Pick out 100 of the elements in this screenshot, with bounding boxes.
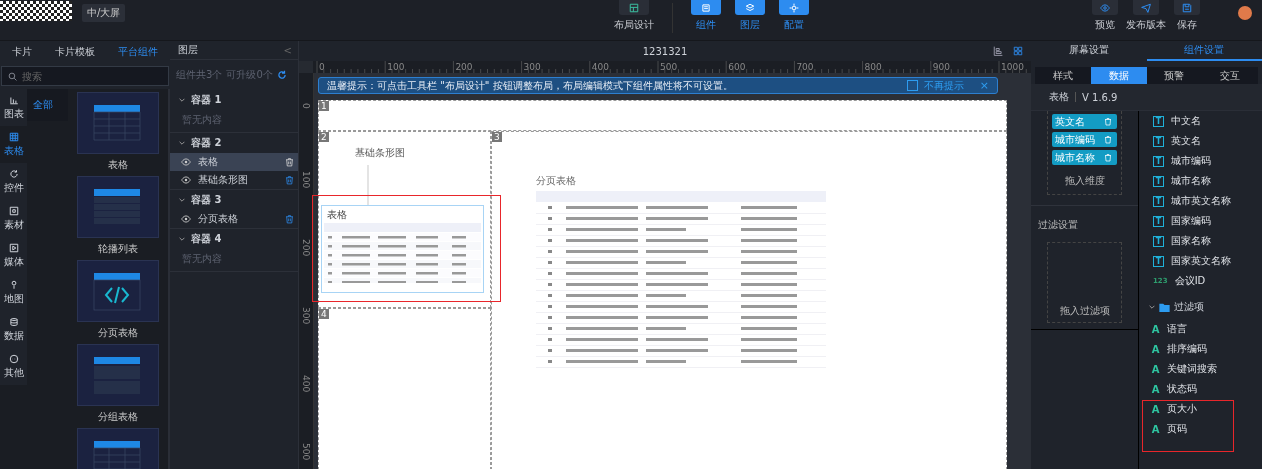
field-item[interactable]: T 国家英文名称 [1149,251,1262,271]
field-item[interactable]: T 城市英文名称 [1149,191,1262,211]
ruler-label: 900 [931,61,950,73]
chevron-icon [179,236,185,242]
folder-item[interactable]: 过滤项 [1149,295,1262,319]
folder-icon [1159,302,1170,312]
container-number: 4 [319,309,329,319]
checkered-logo-icon [0,1,72,21]
field-item[interactable]: A 语言 [1149,319,1262,339]
settings-subtab[interactable]: 交互 [1202,67,1258,84]
category-tab[interactable]: 素材 [0,200,27,237]
category-tab[interactable]: 媒体 [0,237,27,274]
layer-item[interactable]: 表格 [170,153,298,171]
component-thumbnail-drawing[interactable] [77,176,159,238]
table-widget[interactable]: 表格 [321,205,484,293]
trash-icon[interactable] [285,214,294,224]
ruler-label: 500 [659,61,678,73]
field-item[interactable]: A 排序编码 [1149,339,1262,359]
ruler-label: 300 [301,307,311,325]
layer-item[interactable]: 基础条形图 [170,171,298,189]
ruler-label: 100 [386,61,405,73]
refresh-icon[interactable] [276,70,287,80]
panel-tab[interactable]: 卡片 [11,45,32,59]
component-label: 表格 [108,158,128,172]
field-item[interactable]: A 状态码 [1149,379,1262,399]
layout-icon [628,2,639,13]
field-item[interactable]: A 页大小 [1149,399,1262,419]
container-number: 2 [319,132,329,142]
panel-tab[interactable]: 平台组件 [118,45,159,59]
panel-tab[interactable]: 卡片模板 [55,45,95,59]
align-icon[interactable] [993,46,1003,56]
chevron-icon [179,140,185,146]
table-title: 表格 [326,208,348,222]
ruler-label: 0 [318,61,325,73]
toolbar-button[interactable]: 预览 [1092,0,1118,32]
category-tab[interactable]: 数据 [0,311,27,348]
toolbar-button[interactable]: 配置 [778,0,809,32]
settings-subtab[interactable]: 样式 [1035,67,1091,84]
toolbar-button[interactable]: 发布版本 [1126,0,1166,32]
checkbox[interactable] [906,80,918,91]
more-icon [8,353,19,364]
field-item[interactable]: T 中文名 [1149,111,1262,131]
refresh-icon [8,168,19,179]
field-item[interactable]: A 页码 [1149,419,1262,439]
avatar-icon[interactable] [1238,6,1252,20]
save-icon [1182,2,1192,13]
component-thumbnail-drawing[interactable] [77,344,159,406]
field-item[interactable]: T 国家名称 [1149,231,1262,251]
category-tab[interactable]: 地图 [0,274,27,311]
ruler-label: 200 [454,61,473,73]
send-icon [1141,2,1151,13]
filter-drop-zone[interactable]: 拖入过滤项 [1047,242,1122,323]
category-tab[interactable]: 图表 [0,89,27,126]
ruler-label: 500 [301,443,311,461]
screen-size-tag: 中/大屏 [82,4,126,22]
ruler-label: 800 [863,61,882,73]
container-number: 1 [319,101,329,111]
trash-icon[interactable] [285,175,294,185]
layer-group-header[interactable]: 容器 4 [170,229,298,249]
field-item[interactable]: T 城市名称 [1149,171,1262,191]
layer-group-header[interactable]: 容器 3 [170,190,298,210]
eye-icon[interactable] [181,214,191,224]
toolbar-button[interactable]: 保存 [1174,0,1200,32]
settings-tab[interactable]: 组件设置 [1146,41,1262,61]
field-item[interactable]: T 城市编码 [1149,151,1262,171]
eye-icon[interactable] [181,157,191,167]
field-item[interactable]: T 国家编码 [1149,211,1262,231]
database-icon [8,316,19,327]
search-field[interactable]: 搜索 [1,66,169,86]
component-thumbnail-drawing[interactable] [77,260,159,322]
notice-text: 温馨提示：可点击工具栏 "布局设计" 按钮调整布局，布局编辑模式下组件属性将不可设置。 [327,78,734,93]
ruler-label: 1000 [1000,61,1024,73]
layer-item[interactable]: 分页表格 [170,210,298,228]
chart-title: 基础条形图 [355,146,405,160]
toolbar-button[interactable]: 图层 [734,0,765,32]
grid-icon[interactable] [1013,46,1023,56]
field-item[interactable]: T 英文名 [1149,131,1262,151]
layer-group-header[interactable]: 容器 2 [170,133,298,153]
toolbar-button[interactable]: 布局设计 [613,0,654,32]
filter-tab[interactable]: 全部 [27,89,68,121]
toolbar-button[interactable]: 组件 [690,0,721,32]
ruler-label: 200 [301,239,311,257]
ruler-label: 0 [301,103,311,109]
ruler-label: 600 [727,61,746,73]
eye-icon[interactable] [181,175,191,185]
ruler-label: 300 [522,61,541,73]
category-tab[interactable]: 控件 [0,163,27,200]
layers-icon [744,2,755,13]
settings-tab[interactable]: 屏幕设置 [1031,41,1147,61]
component-thumbnail-drawing[interactable] [77,92,159,154]
component-label: 分页表格 [98,326,138,340]
eye-icon [1100,2,1110,13]
settings-subtab[interactable]: 预警 [1146,67,1203,84]
field-item[interactable]: A 关键词搜索 [1149,359,1262,379]
layer-group-header[interactable]: 容器 1 [170,90,298,110]
category-tab[interactable]: 其他 [0,348,27,385]
drop-hint: 拖入维度 [1063,174,1106,188]
ruler-label: 100 [301,171,311,189]
component-label: 分组表格 [98,410,138,424]
chevron-icon [179,97,185,103]
